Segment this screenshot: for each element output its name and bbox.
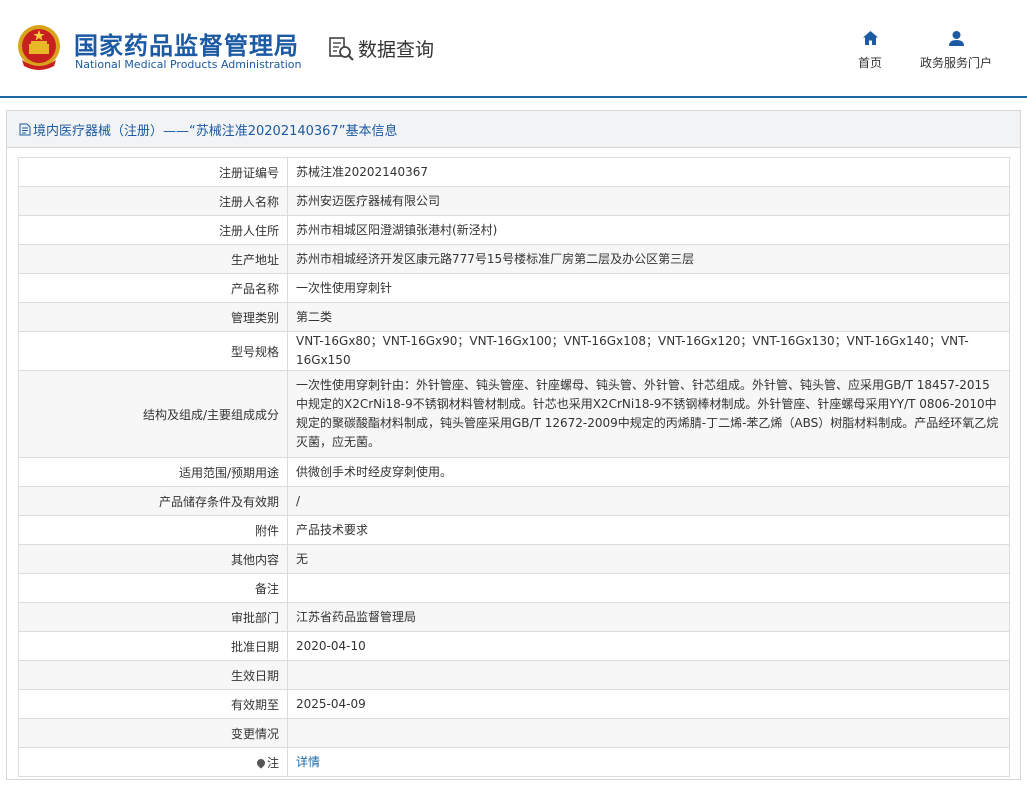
row-value: 供微创手术时经皮穿刺使用。 bbox=[287, 457, 1010, 487]
row-value bbox=[287, 718, 1010, 748]
pin-icon bbox=[255, 757, 267, 769]
info-table: 注册证编号 苏械注准20202140367 注册人名称 苏州安迈医疗器械有限公司… bbox=[18, 157, 1010, 777]
national-emblem-icon bbox=[18, 25, 60, 70]
row-label: 批准日期 bbox=[18, 631, 288, 661]
table-row: 生效日期 bbox=[18, 660, 1010, 690]
table-row: 结构及组成/主要组成成分 一次性使用穿刺针由：外针管座、钝头管座、针座螺母、钝头… bbox=[18, 370, 1010, 458]
detail-link[interactable]: 详情 bbox=[296, 755, 320, 769]
row-label: 产品名称 bbox=[18, 273, 288, 303]
note-label-cell: 注 bbox=[18, 747, 288, 777]
row-value: 2020-04-10 bbox=[287, 631, 1010, 661]
row-value: VNT-16Gx80；VNT-16Gx90；VNT-16Gx100；VNT-16… bbox=[287, 331, 1010, 371]
table-row: 批准日期 2020-04-10 bbox=[18, 631, 1010, 661]
row-value bbox=[287, 573, 1010, 603]
table-row: 产品储存条件及有效期 / bbox=[18, 486, 1010, 516]
panel-title-text: 境内医疗器械（注册）——“苏械注准20202140367”基本信息 bbox=[33, 123, 398, 139]
brand-title: 国家药品监督管理局 bbox=[74, 32, 299, 60]
table-row: 适用范围/预期用途 供微创手术时经皮穿刺使用。 bbox=[18, 457, 1010, 487]
row-label: 生产地址 bbox=[18, 244, 288, 274]
row-value: 江苏省药品监督管理局 bbox=[287, 602, 1010, 632]
nav-home-link[interactable]: 首页 bbox=[855, 30, 885, 71]
brand-subtitle: National Medical Products Administration bbox=[75, 58, 302, 71]
table-row: 注册人名称 苏州安迈医疗器械有限公司 bbox=[18, 186, 1010, 216]
table-row: 生产地址 苏州市相城经济开发区康元路777号15号楼标准厂房第二层及办公区第三层 bbox=[18, 244, 1010, 274]
table-row: 注册人住所 苏州市相城区阳澄湖镇张港村(新泾村) bbox=[18, 215, 1010, 245]
table-row: 型号规格 VNT-16Gx80；VNT-16Gx90；VNT-16Gx100；V… bbox=[18, 331, 1010, 371]
row-label: 审批部门 bbox=[18, 602, 288, 632]
row-label: 其他内容 bbox=[18, 544, 288, 574]
row-label: 有效期至 bbox=[18, 689, 288, 719]
document-search-icon bbox=[329, 36, 354, 61]
row-label: 型号规格 bbox=[18, 331, 288, 371]
panel-title: 境内医疗器械（注册）——“苏械注准20202140367”基本信息 bbox=[7, 111, 1020, 148]
row-value: 2025-04-09 bbox=[287, 689, 1010, 719]
row-label: 注册证编号 bbox=[18, 157, 288, 187]
table-row: 附件 产品技术要求 bbox=[18, 515, 1010, 545]
home-icon bbox=[862, 31, 878, 45]
table-row: 审批部门 江苏省药品监督管理局 bbox=[18, 602, 1010, 632]
row-value: 苏州市相城区阳澄湖镇张港村(新泾村) bbox=[287, 215, 1010, 245]
row-value bbox=[287, 660, 1010, 690]
row-label: 变更情况 bbox=[18, 718, 288, 748]
row-value: 无 bbox=[287, 544, 1010, 574]
table-row: 有效期至 2025-04-09 bbox=[18, 689, 1010, 719]
row-label: 管理类别 bbox=[18, 302, 288, 332]
row-value: 第二类 bbox=[287, 302, 1010, 332]
site-header: 国家药品监督管理局 National Medical Products Admi… bbox=[0, 0, 1027, 98]
table-row-note: 注 详情 bbox=[18, 747, 1010, 777]
note-label: 注 bbox=[266, 755, 279, 770]
nav-portal-link[interactable]: 政务服务门户 bbox=[916, 30, 996, 71]
row-value: 一次性使用穿刺针由：外针管座、钝头管座、针座螺母、钝头管、外针管、针芯组成。外针… bbox=[287, 370, 1010, 458]
row-label: 产品储存条件及有效期 bbox=[18, 486, 288, 516]
user-icon bbox=[948, 31, 964, 46]
table-row: 管理类别 第二类 bbox=[18, 302, 1010, 332]
row-label: 适用范围/预期用途 bbox=[18, 457, 288, 487]
table-row: 产品名称 一次性使用穿刺针 bbox=[18, 273, 1010, 303]
row-value: 一次性使用穿刺针 bbox=[287, 273, 1010, 303]
data-query-label: 数据查询 bbox=[358, 39, 435, 61]
table-row: 变更情况 bbox=[18, 718, 1010, 748]
nav-home-label: 首页 bbox=[857, 56, 882, 70]
row-label: 结构及组成/主要组成成分 bbox=[18, 370, 288, 458]
row-label: 备注 bbox=[18, 573, 288, 603]
data-query-heading[interactable]: 数据查询 bbox=[328, 35, 434, 62]
row-label: 注册人住所 bbox=[18, 215, 288, 245]
row-value: 苏械注准20202140367 bbox=[287, 157, 1010, 187]
row-value: / bbox=[287, 486, 1010, 516]
nav-portal-label: 政务服务门户 bbox=[919, 56, 992, 70]
registration-info-panel: 境内医疗器械（注册）——“苏械注准20202140367”基本信息 注册证编号 … bbox=[6, 110, 1021, 780]
row-label: 生效日期 bbox=[18, 660, 288, 690]
row-label: 附件 bbox=[18, 515, 288, 545]
row-label: 注册人名称 bbox=[18, 186, 288, 216]
row-value: 产品技术要求 bbox=[287, 515, 1010, 545]
document-icon bbox=[19, 123, 31, 135]
table-row: 其他内容 无 bbox=[18, 544, 1010, 574]
row-value: 苏州安迈医疗器械有限公司 bbox=[287, 186, 1010, 216]
table-row: 备注 bbox=[18, 573, 1010, 603]
note-value-cell: 详情 bbox=[287, 747, 1010, 777]
row-value: 苏州市相城经济开发区康元路777号15号楼标准厂房第二层及办公区第三层 bbox=[287, 244, 1010, 274]
table-row: 注册证编号 苏械注准20202140367 bbox=[18, 157, 1010, 187]
